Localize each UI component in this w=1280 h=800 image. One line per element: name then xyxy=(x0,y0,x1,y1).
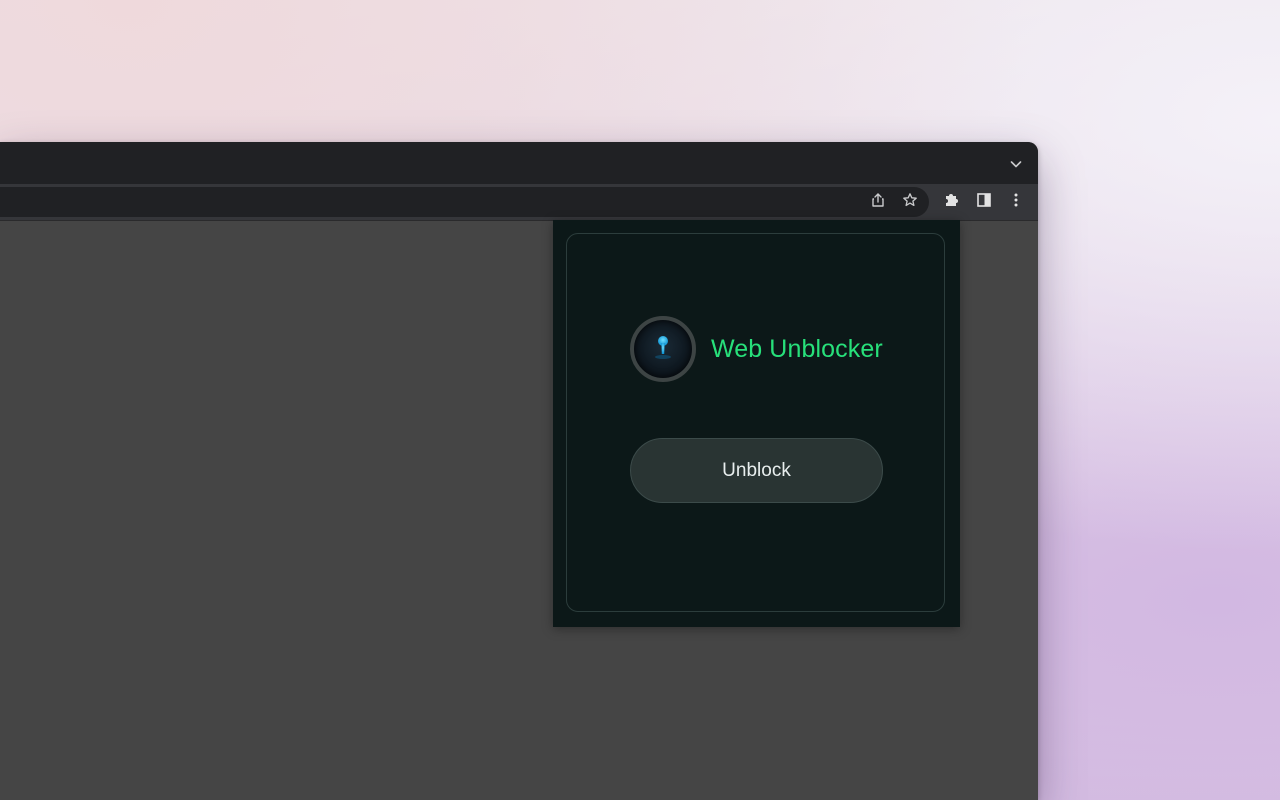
puzzle-icon xyxy=(943,191,961,214)
address-bar[interactable] xyxy=(0,187,929,217)
kebab-menu-icon xyxy=(1008,192,1024,213)
toolbar xyxy=(0,184,1038,221)
chevron-down-icon xyxy=(1009,157,1023,176)
tab-strip xyxy=(0,142,1038,184)
extension-popup: Web Unblocker Unblock xyxy=(553,220,960,627)
share-button[interactable] xyxy=(864,188,892,216)
bookmark-button[interactable] xyxy=(896,188,924,216)
popup-card: Web Unblocker Unblock xyxy=(566,233,945,612)
side-panel-button[interactable] xyxy=(970,188,998,216)
keyhole-icon xyxy=(651,330,675,369)
star-icon xyxy=(902,192,918,213)
unblock-button[interactable]: Unblock xyxy=(630,438,883,503)
app-title: Web Unblocker xyxy=(711,334,883,363)
side-panel-icon xyxy=(976,192,992,213)
share-icon xyxy=(870,192,886,213)
tab-search-button[interactable] xyxy=(1004,154,1028,178)
menu-button[interactable] xyxy=(1002,188,1030,216)
extensions-button[interactable] xyxy=(938,188,966,216)
app-logo xyxy=(630,316,696,382)
popup-header: Web Unblocker xyxy=(630,316,883,382)
